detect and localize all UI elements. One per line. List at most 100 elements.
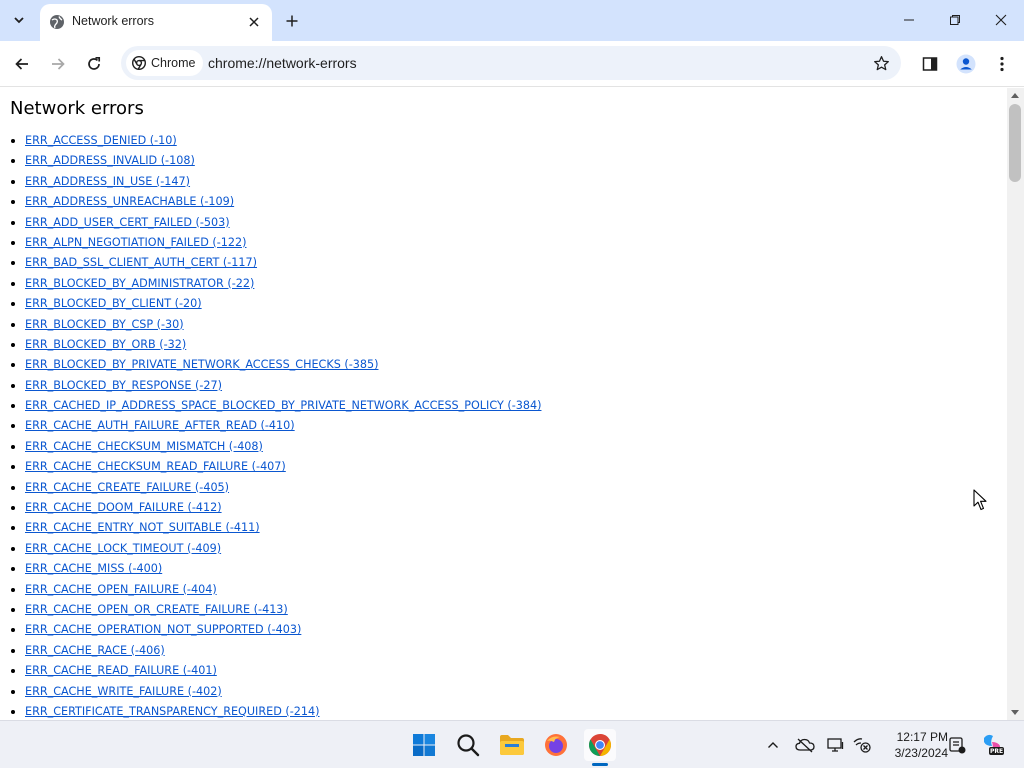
taskbar: 12:17 PM 3/23/2024 PRE <box>0 720 1024 768</box>
omnibox[interactable]: Chrome chrome://network-errors <box>121 46 901 80</box>
network-error-link[interactable]: ERR_ADDRESS_IN_USE (-147) <box>25 175 190 188</box>
address-text[interactable]: chrome://network-errors <box>208 55 357 71</box>
browser-toolbar: Chrome chrome://network-errors <box>0 41 1024 87</box>
list-item: ERR_CACHE_OPEN_FAILURE (-404) <box>10 581 541 601</box>
show-hidden-icons-button[interactable] <box>763 735 783 755</box>
copilot-button[interactable]: PRE <box>980 732 1004 756</box>
network-error-link[interactable]: ERR_BLOCKED_BY_CLIENT (-20) <box>25 297 202 310</box>
site-info-label: Chrome <box>151 56 196 70</box>
cloud-offline-icon <box>795 738 815 753</box>
page-title: Network errors <box>10 98 144 119</box>
list-item: ERR_CACHE_OPERATION_NOT_SUPPORTED (-403) <box>10 621 541 641</box>
arrow-right-icon <box>52 58 65 70</box>
reload-button[interactable] <box>80 50 108 78</box>
network-error-link[interactable]: ERR_BLOCKED_BY_ORB (-32) <box>25 338 186 351</box>
scroll-up-arrow[interactable] <box>1011 93 1019 98</box>
tab-close-button[interactable] <box>244 12 264 32</box>
kebab-menu-icon <box>1000 56 1004 72</box>
network-error-link[interactable]: ERR_CACHE_OPERATION_NOT_SUPPORTED (-403) <box>25 623 301 636</box>
network-button[interactable] <box>852 735 872 755</box>
globe-icon <box>50 15 64 29</box>
list-item: ERR_BLOCKED_BY_ORB (-32) <box>10 336 541 356</box>
close-icon <box>995 14 1007 26</box>
tab-title: Network errors <box>72 14 154 28</box>
network-error-link[interactable]: ERR_CACHED_IP_ADDRESS_SPACE_BLOCKED_BY_P… <box>25 399 541 412</box>
list-item: ERR_CACHE_CREATE_FAILURE (-405) <box>10 479 541 499</box>
network-error-link[interactable]: ERR_BLOCKED_BY_PRIVATE_NETWORK_ACCESS_CH… <box>25 358 378 371</box>
network-error-link[interactable]: ERR_BLOCKED_BY_ADMINISTRATOR (-22) <box>25 277 254 290</box>
windows-logo-icon <box>413 734 435 756</box>
list-item: ERR_BLOCKED_BY_RESPONSE (-27) <box>10 377 541 397</box>
network-error-link[interactable]: ERR_BLOCKED_BY_RESPONSE (-27) <box>25 379 222 392</box>
site-info-chip[interactable]: Chrome <box>126 50 204 76</box>
network-error-link[interactable]: ERR_CACHE_CHECKSUM_MISMATCH (-408) <box>25 440 263 453</box>
profile-button[interactable] <box>952 50 980 78</box>
copilot-preview-badge: PRE <box>990 748 1004 755</box>
scrollbar-thumb[interactable] <box>1009 104 1021 182</box>
bookmark-button[interactable] <box>871 53 891 73</box>
network-error-link[interactable]: ERR_ALPN_NEGOTIATION_FAILED (-122) <box>25 236 247 249</box>
forward-button[interactable] <box>44 50 72 78</box>
close-icon <box>249 17 259 27</box>
search-icon <box>457 734 480 757</box>
network-error-link[interactable]: ERR_CACHE_READ_FAILURE (-401) <box>25 664 217 677</box>
minimize-button[interactable] <box>886 0 932 40</box>
file-explorer-button[interactable] <box>496 729 528 761</box>
menu-button[interactable] <box>988 50 1016 78</box>
network-error-link[interactable]: ERR_CACHE_AUTH_FAILURE_AFTER_READ (-410) <box>25 419 295 432</box>
notification-icon <box>949 737 966 754</box>
network-error-link[interactable]: ERR_ACCESS_DENIED (-10) <box>25 134 177 147</box>
network-error-link[interactable]: ERR_ADDRESS_UNREACHABLE (-109) <box>25 195 234 208</box>
list-item: ERR_ALPN_NEGOTIATION_FAILED (-122) <box>10 234 541 254</box>
network-error-link[interactable]: ERR_CERTIFICATE_TRANSPARENCY_REQUIRED (-… <box>25 705 320 718</box>
start-button[interactable] <box>408 729 440 761</box>
list-item: ERR_CACHE_AUTH_FAILURE_AFTER_READ (-410) <box>10 417 541 437</box>
network-error-link[interactable]: ERR_CACHE_ENTRY_NOT_SUITABLE (-411) <box>25 521 260 534</box>
display-button[interactable] <box>826 735 846 755</box>
network-error-link[interactable]: ERR_BAD_SSL_CLIENT_AUTH_CERT (-117) <box>25 256 257 269</box>
window-close-button[interactable] <box>978 0 1024 40</box>
onedrive-button[interactable] <box>795 735 815 755</box>
back-button[interactable] <box>8 50 36 78</box>
tab-search-button[interactable] <box>6 8 32 32</box>
network-error-link[interactable]: ERR_CACHE_DOOM_FAILURE (-412) <box>25 501 222 514</box>
network-error-link[interactable]: ERR_CACHE_CHECKSUM_READ_FAILURE (-407) <box>25 460 286 473</box>
list-item: ERR_ADD_USER_CERT_FAILED (-503) <box>10 214 541 234</box>
network-error-link[interactable]: ERR_CACHE_MISS (-400) <box>25 562 162 575</box>
chrome-taskbar-button[interactable] <box>584 729 616 761</box>
clock-time: 12:17 PM <box>896 730 948 744</box>
list-item: ERR_CACHE_MISS (-400) <box>10 560 541 580</box>
clock-date: 3/23/2024 <box>894 746 948 760</box>
network-error-link[interactable]: ERR_BLOCKED_BY_CSP (-30) <box>25 318 184 331</box>
network-error-link[interactable]: ERR_CACHE_OPEN_OR_CREATE_FAILURE (-413) <box>25 603 288 616</box>
new-tab-button[interactable] <box>280 9 304 33</box>
folder-icon <box>500 735 524 755</box>
restore-button[interactable] <box>932 0 978 40</box>
chevron-down-icon <box>14 17 24 24</box>
tab-strip: Network errors <box>0 0 1024 41</box>
list-item: ERR_CACHED_IP_ADDRESS_SPACE_BLOCKED_BY_P… <box>10 397 541 417</box>
scroll-down-arrow[interactable] <box>1011 710 1019 715</box>
network-error-link[interactable]: ERR_CACHE_WRITE_FAILURE (-402) <box>25 685 222 698</box>
tab-network-errors[interactable]: Network errors <box>40 4 272 41</box>
clock[interactable]: 12:17 PM 3/23/2024 <box>880 729 948 761</box>
network-error-link[interactable]: ERR_CACHE_LOCK_TIMEOUT (-409) <box>25 542 221 555</box>
network-error-link[interactable]: ERR_ADD_USER_CERT_FAILED (-503) <box>25 216 230 229</box>
chrome-logo-icon <box>132 56 146 70</box>
notifications-button[interactable] <box>947 735 967 755</box>
network-error-link[interactable]: ERR_CACHE_OPEN_FAILURE (-404) <box>25 583 217 596</box>
search-button[interactable] <box>452 729 484 761</box>
list-item: ERR_CACHE_LOCK_TIMEOUT (-409) <box>10 540 541 560</box>
plus-icon <box>286 15 298 27</box>
side-panel-button[interactable] <box>916 50 944 78</box>
vertical-scrollbar[interactable] <box>1007 88 1024 720</box>
list-item: ERR_BLOCKED_BY_CSP (-30) <box>10 316 541 336</box>
page-content: Network errors ERR_ACCESS_DENIED (-10) ER… <box>0 88 1007 720</box>
firefox-button[interactable] <box>540 729 572 761</box>
network-error-link[interactable]: ERR_CACHE_RACE (-406) <box>25 644 165 657</box>
mouse-cursor-icon <box>973 489 987 511</box>
person-icon <box>956 54 976 74</box>
list-item: ERR_CACHE_OPEN_OR_CREATE_FAILURE (-413) <box>10 601 541 621</box>
network-error-link[interactable]: ERR_ADDRESS_INVALID (-108) <box>25 154 195 167</box>
network-error-link[interactable]: ERR_CACHE_CREATE_FAILURE (-405) <box>25 481 229 494</box>
